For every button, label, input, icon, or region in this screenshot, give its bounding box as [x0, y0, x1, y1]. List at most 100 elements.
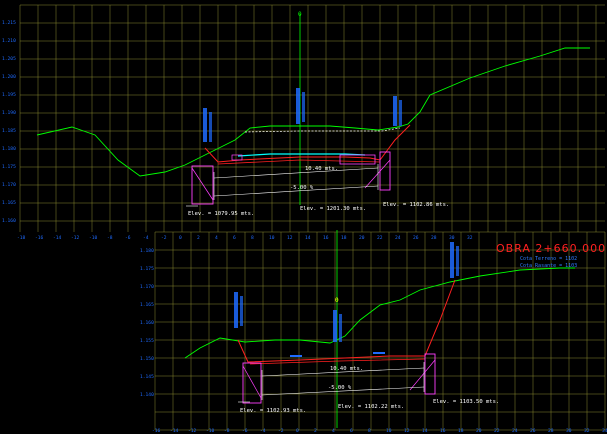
axis-tick-label: 24 — [512, 428, 518, 434]
centerline-label-bottom: 0 — [335, 297, 339, 304]
axis-tick-label: 0 — [179, 235, 182, 241]
left-structure-diag-top — [191, 167, 214, 201]
axis-tick-label: -2 — [278, 428, 284, 434]
axis-tick-label: 4 — [215, 235, 218, 241]
road-subgrade-bottom — [249, 358, 426, 365]
axis-tick-label: 2 — [314, 428, 317, 434]
elevation-tick-label: 1.145 — [140, 374, 154, 380]
axis-tick-label: -4 — [143, 235, 149, 241]
width-label-top: 10.40 mts. — [305, 166, 338, 172]
axis-tick-label: 28 — [548, 428, 554, 434]
elev-center-top: Elev. = 1201.30 mts. — [300, 206, 366, 212]
elevation-labels-top: 1.215 1.210 1.205 1.200 1.195 1.190 1.185 1.180… — [2, 20, 16, 224]
right-structure-diag-bottom — [409, 359, 436, 391]
elevation-tick-label: 1.165 — [2, 200, 16, 206]
axis-tick-label: -8 — [224, 428, 230, 434]
axis-tick-label: -6 — [125, 235, 131, 241]
elevation-tick-label: 1.175 — [140, 266, 154, 272]
elevation-tick-label: 1.155 — [140, 338, 154, 344]
axis-tick-label: 26 — [413, 235, 419, 241]
axis-tick-label: 8 — [368, 428, 371, 434]
elevation-tick-label: 1.140 — [140, 392, 154, 398]
axis-tick-label: 34 — [602, 428, 607, 434]
centerline-label-top: 0 — [298, 11, 302, 18]
slope-label-bottom: -5.00 % — [328, 385, 352, 391]
lane-mark-1 — [290, 355, 302, 357]
elev-right-top: Elev. = 1102.86 mts. — [383, 202, 449, 208]
elevation-tick-label: 1.190 — [2, 110, 16, 116]
lane-mark-2 — [373, 352, 385, 354]
axis-tick-label: 18 — [458, 428, 464, 434]
axis-tick-label: -10 — [206, 428, 215, 434]
axis-tick-label: 14 — [422, 428, 428, 434]
axis-tick-label: 16 — [323, 235, 329, 241]
axis-tick-label: -16 — [152, 428, 161, 434]
section-bottom: 0 OBRA 2+660.000 Cota Terreno = 1102 Cot… — [184, 230, 606, 428]
pavement-block-top — [339, 154, 376, 165]
elevation-tick-label: 1.160 — [2, 218, 16, 224]
axis-tick-label: 10 — [269, 235, 275, 241]
station-sub-1: Cota Terreno = 1102 — [520, 256, 577, 262]
axis-tick-label: 32 — [584, 428, 590, 434]
axis-tick-label: 32 — [467, 235, 473, 241]
axis-tick-label: 22 — [494, 428, 500, 434]
axis-tick-label: 12 — [287, 235, 293, 241]
slope-label-top: -5.00 % — [290, 185, 314, 191]
axis-tick-label: -16 — [35, 235, 44, 241]
axis-tick-label: 0 — [296, 428, 299, 434]
terrain-line-bottom — [184, 267, 575, 359]
elevation-tick-label: 1.180 — [2, 146, 16, 152]
elev-left-bottom: Elev. = 1102.93 mts. — [240, 408, 306, 414]
axis-tick-label: 30 — [449, 235, 455, 241]
axis-tick-label: 14 — [305, 235, 311, 241]
axis-tick-label: 24 — [395, 235, 401, 241]
elevation-tick-label: 1.195 — [2, 92, 16, 98]
elevation-tick-label: 1.215 — [2, 20, 16, 26]
axis-tick-label: -8 — [107, 235, 113, 241]
axis-tick-label: 20 — [476, 428, 482, 434]
station-title: OBRA 2+660.000 — [496, 242, 606, 255]
elevation-labels-bottom: 1.180 1.175 1.170 1.165 1.160 1.155 1.150 1.145… — [140, 248, 154, 398]
axis-tick-label: 26 — [530, 428, 536, 434]
elevation-tick-label: 1.185 — [2, 128, 16, 134]
axis-tick-label: -6 — [242, 428, 248, 434]
section-top: 0 10.40 mts. -5.00 % Elev. = 1079.95 mts… — [36, 11, 590, 217]
elevation-tick-label: 1.210 — [2, 38, 16, 44]
elevation-tick-label: 1.170 — [2, 182, 16, 188]
axis-tick-label: -4 — [260, 428, 266, 434]
grid-top — [19, 4, 605, 232]
axis-tick-label: -14 — [53, 235, 62, 241]
elevation-tick-label: 1.170 — [140, 284, 154, 290]
elevation-tick-label: 1.205 — [2, 56, 16, 62]
axis-tick-label: 18 — [341, 235, 347, 241]
axis-tick-label: -18 — [17, 235, 26, 241]
elevation-tick-label: 1.200 — [2, 74, 16, 80]
right-structure-bottom — [424, 353, 436, 395]
axis-labels-bottom: -16 -14 -12 -10 -8 -6 -4 -2 0 2 4 6 8 10 12 14 16 18 20 22 2… — [152, 428, 607, 434]
elevation-tick-label: 1.180 — [140, 248, 154, 254]
axis-tick-label: -14 — [170, 428, 179, 434]
axis-tick-label: 28 — [431, 235, 437, 241]
elevation-tick-label: 1.175 — [2, 164, 16, 170]
vertical-annotations-top — [203, 88, 402, 142]
axis-tick-label: 16 — [440, 428, 446, 434]
axis-tick-label: -12 — [188, 428, 197, 434]
axis-tick-label: -12 — [71, 235, 80, 241]
axis-tick-label: -10 — [89, 235, 98, 241]
left-structure-diag-bottom — [242, 365, 262, 399]
axis-tick-label: 22 — [377, 235, 383, 241]
axis-tick-label: 8 — [251, 235, 254, 241]
elev-right-bottom: Elev. = 1103.50 mts. — [433, 399, 499, 405]
width-dim-line-top — [213, 167, 379, 179]
elev-center-bottom: Elev. = 1102.22 mts. — [338, 404, 404, 410]
elevation-tick-label: 1.150 — [140, 356, 154, 362]
elev-left-top: Elev. = 1079.95 mts. — [188, 211, 254, 217]
elevation-tick-label: 1.165 — [140, 302, 154, 308]
elevation-tick-label: 1.160 — [140, 320, 154, 326]
road-subgrade-top — [217, 159, 381, 165]
axis-tick-label: 4 — [332, 428, 335, 434]
axis-tick-label: 6 — [350, 428, 353, 434]
axis-tick-label: 10 — [386, 428, 392, 434]
axis-tick-label: -2 — [161, 235, 167, 241]
axis-tick-label: 2 — [197, 235, 200, 241]
